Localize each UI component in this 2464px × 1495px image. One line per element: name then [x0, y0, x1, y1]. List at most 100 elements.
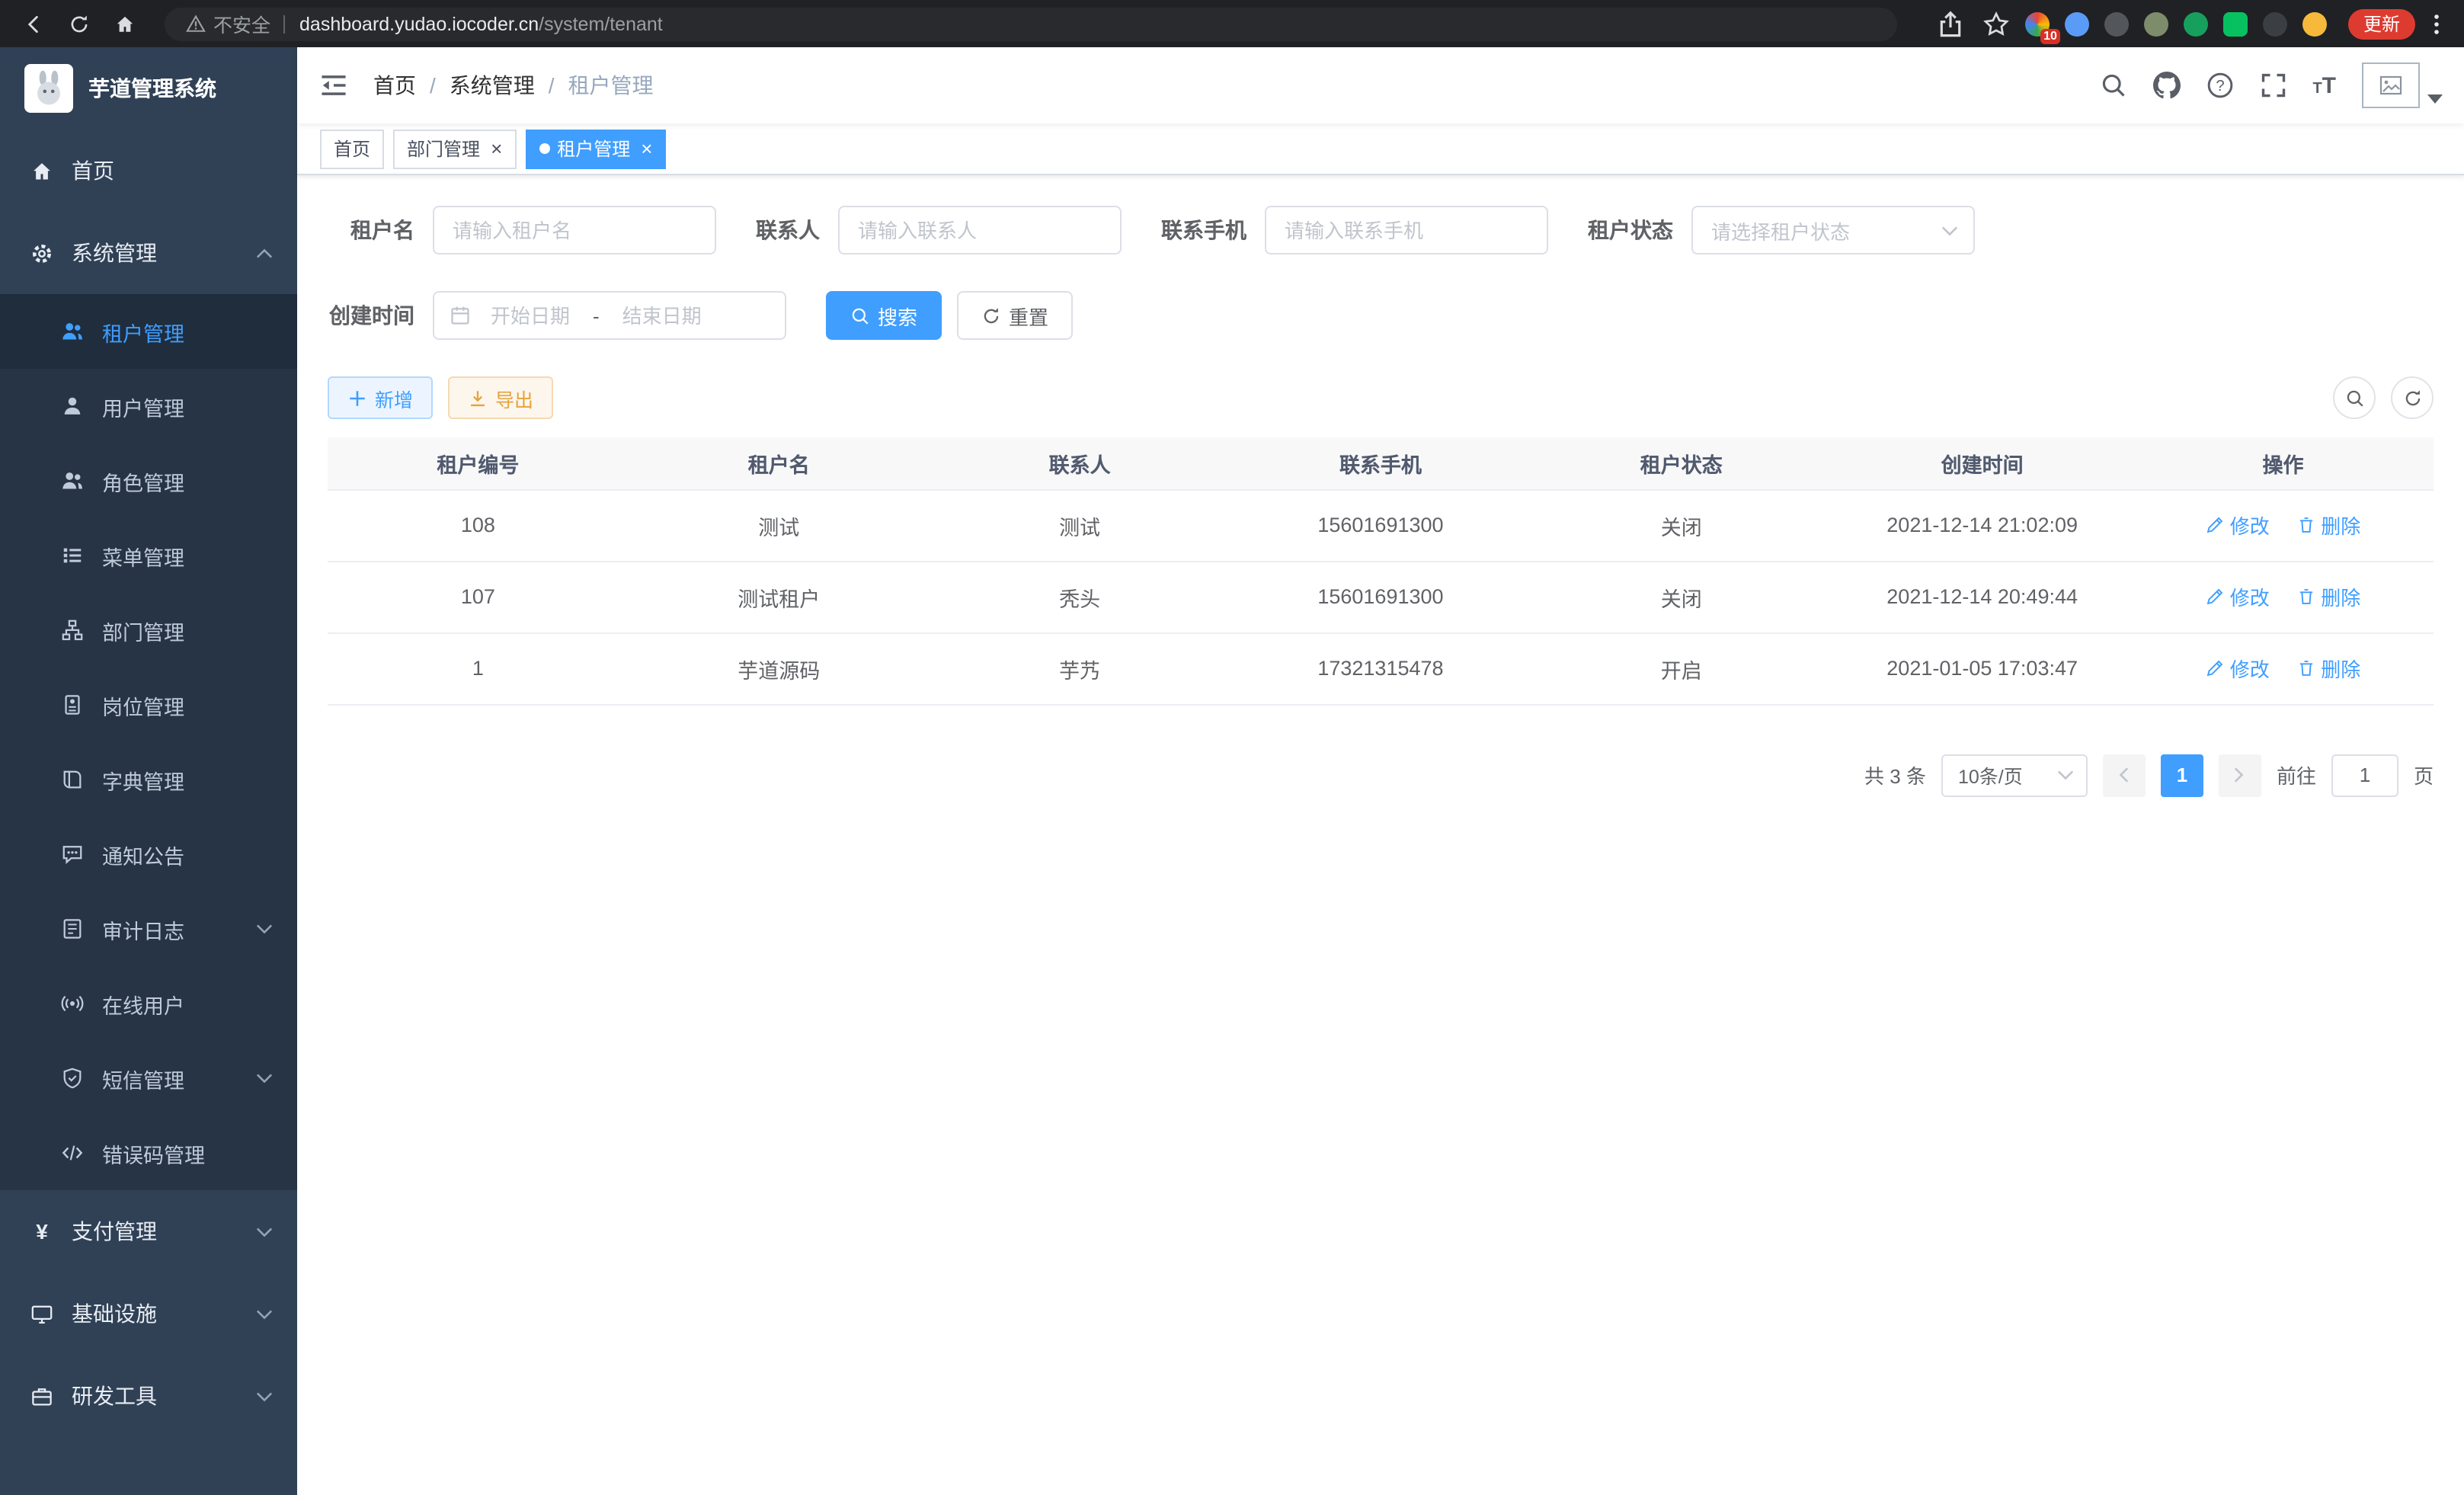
tenant-name-input[interactable]	[433, 206, 716, 255]
yen-icon: ¥	[30, 1219, 53, 1244]
contact-input[interactable]	[838, 206, 1122, 255]
close-icon[interactable]: ×	[641, 139, 652, 158]
address-bar[interactable]: 不安全 dashboard.yudao.iocoder.cn /system/t…	[165, 7, 1897, 40]
refresh-table-button[interactable]	[2391, 376, 2434, 419]
chevron-down-icon	[256, 924, 273, 934]
sidebar-item-dev-tools[interactable]: 研发工具	[0, 1355, 297, 1437]
sidebar-item-post-management[interactable]: 岗位管理	[0, 667, 297, 742]
create-time-range-picker[interactable]: -	[433, 291, 786, 340]
current-page-button[interactable]: 1	[2161, 754, 2203, 796]
sidebar-item-role-management[interactable]: 角色管理	[0, 443, 297, 518]
breadcrumb-system[interactable]: 系统管理	[450, 70, 535, 101]
browser-home-button[interactable]	[107, 5, 143, 42]
extension-icon-2[interactable]	[2065, 11, 2089, 36]
sidebar-item-audit-log[interactable]: 审计日志	[0, 892, 297, 966]
book-icon	[61, 768, 84, 791]
extension-icon-5[interactable]	[2184, 11, 2208, 36]
log-icon	[61, 917, 84, 940]
chevron-up-icon	[256, 248, 273, 258]
sidebar-item-notice[interactable]: 通知公告	[0, 817, 297, 892]
broadcast-icon	[61, 992, 84, 1015]
close-icon[interactable]: ×	[491, 139, 502, 158]
phone-input[interactable]	[1265, 206, 1548, 255]
extension-icon-8[interactable]	[2302, 11, 2327, 36]
sidebar-item-tenant-management[interactable]: 租户管理	[0, 294, 297, 369]
fullscreen-icon[interactable]	[2259, 72, 2286, 99]
table-toolbar: 新增 导出	[328, 376, 2434, 419]
sidebar-item-home[interactable]: 首页	[0, 130, 297, 212]
sidebar-item-sms-management[interactable]: 短信管理	[0, 1041, 297, 1116]
security-label[interactable]: 不安全	[213, 9, 270, 38]
refresh-icon	[981, 306, 1001, 325]
extension-icon-6[interactable]	[2223, 11, 2248, 36]
gear-icon	[30, 242, 53, 264]
date-start-input[interactable]	[471, 304, 590, 327]
delete-icon	[2296, 587, 2316, 607]
tab-dept-management[interactable]: 部门管理 ×	[393, 129, 516, 168]
date-end-input[interactable]	[603, 304, 722, 327]
chrome-update-button[interactable]: 更新	[2348, 8, 2415, 39]
sidebar-item-error-code-management[interactable]: 错误码管理	[0, 1116, 297, 1190]
sidebar-item-dict-management[interactable]: 字典管理	[0, 742, 297, 817]
edit-link[interactable]: 修改	[2206, 582, 2270, 611]
topbar: 首页 / 系统管理 / 租户管理 TT	[297, 47, 2464, 123]
sidebar-fold-icon[interactable]	[318, 72, 349, 99]
logo-avatar-icon	[24, 64, 73, 113]
delete-link[interactable]: 删除	[2296, 654, 2360, 683]
pagination: 共 3 条 10条/页 1 前往 页	[328, 754, 2434, 796]
user-avatar-dropdown[interactable]	[2362, 62, 2443, 108]
search-icon[interactable]	[2099, 72, 2126, 99]
edit-link[interactable]: 修改	[2206, 511, 2270, 539]
font-size-icon[interactable]: TT	[2312, 74, 2336, 97]
edit-icon	[2206, 515, 2226, 535]
edit-link[interactable]: 修改	[2206, 654, 2270, 683]
sidebar-item-infrastructure[interactable]: 基础设施	[0, 1273, 297, 1355]
search-button[interactable]: 搜索	[826, 291, 942, 340]
pagination-total: 共 3 条	[1864, 760, 1926, 789]
address-divider	[283, 14, 284, 33]
sidebar-item-dept-management[interactable]: 部门管理	[0, 593, 297, 667]
status-select[interactable]: 请选择租户状态	[1691, 206, 1975, 255]
table-row: 107 测试租户 秃头 15601691300 关闭 2021-12-14 20…	[328, 561, 2434, 632]
page-size-select[interactable]: 10条/页	[1941, 754, 2088, 796]
breadcrumb-separator: /	[549, 73, 555, 98]
next-page-button[interactable]	[2219, 754, 2261, 796]
github-icon[interactable]	[2152, 72, 2180, 99]
users-icon	[61, 320, 84, 343]
add-button[interactable]: 新增	[328, 376, 433, 419]
sidebar-item-payment-management[interactable]: ¥ 支付管理	[0, 1190, 297, 1273]
share-icon[interactable]	[1937, 10, 1964, 37]
sidebar-item-system-management[interactable]: 系统管理	[0, 212, 297, 294]
sidebar-item-online-users[interactable]: 在线用户	[0, 966, 297, 1041]
extension-icon-4[interactable]	[2144, 11, 2168, 36]
table-header-row: 租户编号 租户名 联系人 联系手机 租户状态 创建时间 操作	[328, 437, 2434, 489]
delete-icon	[2296, 515, 2316, 535]
tenant-table: 租户编号 租户名 联系人 联系手机 租户状态 创建时间 操作 108 测试	[328, 437, 2434, 705]
edit-icon	[2206, 587, 2226, 607]
goto-page-input[interactable]	[2331, 754, 2398, 796]
sidebar-item-user-management[interactable]: 用户管理	[0, 369, 297, 443]
breadcrumb-home[interactable]: 首页	[373, 70, 416, 101]
topbar-actions: TT	[2099, 62, 2443, 108]
delete-icon	[2296, 658, 2316, 678]
browser-menu-icon[interactable]	[2424, 11, 2449, 36]
extension-icon-3[interactable]	[2104, 11, 2129, 36]
browser-back-button[interactable]	[15, 5, 52, 42]
bookmark-star-icon[interactable]	[1982, 10, 2010, 37]
users-icon	[61, 469, 84, 492]
tab-tenant-management[interactable]: 租户管理 ×	[525, 129, 666, 168]
toggle-search-button[interactable]	[2333, 376, 2376, 419]
extension-icon-1[interactable]: 10	[2025, 11, 2050, 36]
delete-link[interactable]: 删除	[2296, 582, 2360, 611]
prev-page-button[interactable]	[2103, 754, 2146, 796]
download-icon	[468, 388, 488, 408]
reset-button[interactable]: 重置	[957, 291, 1073, 340]
sidebar-item-menu-management[interactable]: 菜单管理	[0, 518, 297, 593]
browser-reload-button[interactable]	[61, 5, 98, 42]
tab-home[interactable]: 首页	[320, 129, 384, 168]
extension-icon-7[interactable]	[2263, 11, 2287, 36]
export-button[interactable]: 导出	[448, 376, 553, 419]
help-icon[interactable]	[2206, 72, 2233, 99]
app-logo[interactable]: 芋道管理系统	[0, 47, 297, 130]
delete-link[interactable]: 删除	[2296, 511, 2360, 539]
